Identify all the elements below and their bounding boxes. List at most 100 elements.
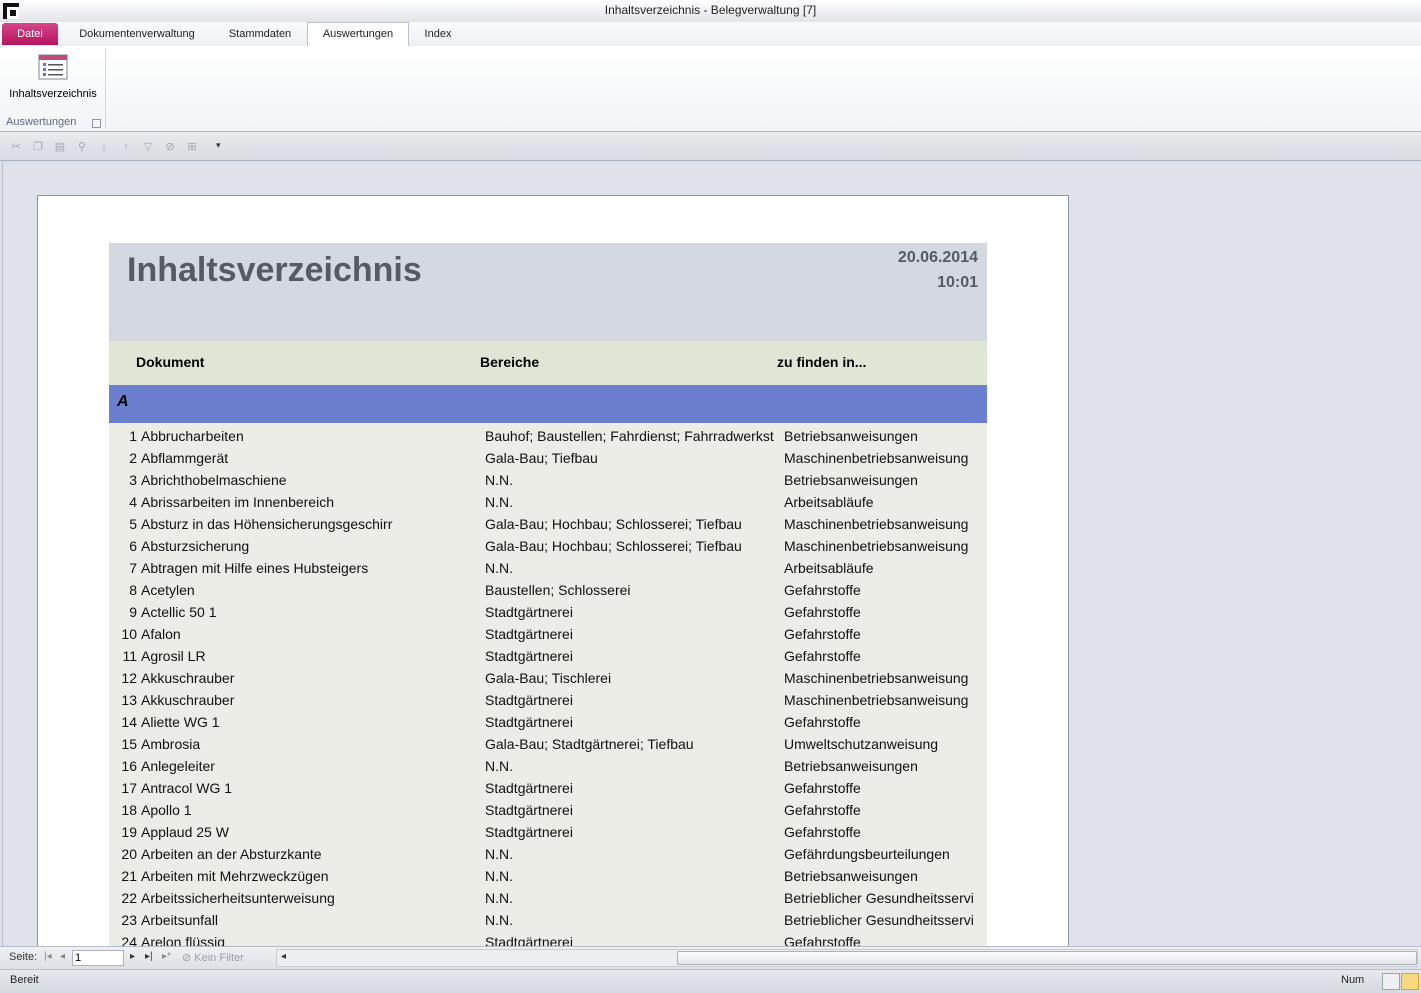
row-number: 2 (129, 450, 137, 466)
table-row: 7 Abtragen mit Hilfe eines Hubsteigers N.N… (109, 557, 987, 579)
row-zu-finden: Maschinenbetriebsanweisung (784, 670, 969, 686)
page-label: Seite: (9, 951, 38, 963)
dialog-launcher-icon[interactable] (92, 119, 101, 128)
table-row: 19 Applaud 25 W Stadtgärtnerei Gefahrstoffe (109, 821, 987, 843)
row-dokument: Apollo 1 (141, 802, 192, 818)
sort-ascending-icon[interactable]: ↓ (93, 137, 115, 157)
filter-icon[interactable]: ▽ (137, 137, 159, 157)
table-row: 4 Abrissarbeiten im Innenbereich N.N. Arbei… (109, 491, 987, 513)
row-zu-finden: Gefahrstoffe (784, 824, 861, 840)
row-zu-finden: Betriebsanweisungen (784, 758, 918, 774)
ribbon-tab-bar: Datei Dokumentenverwaltung Stammdaten Au… (0, 22, 1421, 47)
row-dokument: Actellic 50 1 (141, 604, 217, 620)
row-bereiche: Stadtgärtnerei (485, 934, 573, 946)
tab-index[interactable]: Index (412, 23, 464, 45)
row-dokument: Abrissarbeiten im Innenbereich (141, 494, 334, 510)
tab-dokumentenverwaltung[interactable]: Dokumentenverwaltung (64, 23, 210, 45)
table-row: 23 Arbeitsunfall N.N. Betrieblicher Gesundh… (109, 909, 987, 931)
table-row: 22 Arbeitssicherheitsunterweisung N.N. Betr… (109, 887, 987, 909)
ribbon: Inhaltsverzeichnis Auswertungen (0, 46, 1421, 132)
row-number: 13 (121, 692, 137, 708)
tab-stammdaten[interactable]: Stammdaten (216, 23, 304, 45)
cut-icon[interactable]: ✂ (5, 137, 27, 157)
report-workspace: Inhaltsverzeichnis 20.06.2014 10:01 Doku… (2, 162, 1421, 946)
row-number: 11 (122, 648, 137, 664)
row-bereiche: Stadtgärtnerei (485, 692, 573, 708)
customize-toolbar-icon[interactable]: ▾ (216, 140, 221, 151)
table-row: 11 Agrosil LR Stadtgärtnerei Gefahrstoffe (109, 645, 987, 667)
row-zu-finden: Gefahrstoffe (784, 604, 861, 620)
sort-descending-icon[interactable]: ↑ (115, 137, 137, 157)
find-icon[interactable]: ⚲ (71, 137, 93, 157)
table-row: 8 Acetylen Baustellen; Schlosserei Gefahrst… (109, 579, 987, 601)
row-bereiche: Bauhof; Baustellen; Fahrdienst; Fahrradw… (485, 428, 774, 444)
row-number: 24 (121, 934, 137, 946)
report-date: 20.06.2014 (897, 249, 978, 266)
row-zu-finden: Gefahrstoffe (784, 802, 861, 818)
row-number: 1 (129, 428, 137, 444)
row-zu-finden: Maschinenbetriebsanweisung (784, 692, 969, 708)
table-row: 14 Aliette WG 1 Stadtgärtnerei Gefahrstoffe (109, 711, 987, 733)
table-row: 24 Arelon flüssig Stadtgärtnerei Gefahrstof… (109, 931, 987, 946)
row-dokument: Arbeitsunfall (141, 912, 219, 928)
inhaltsverzeichnis-button[interactable]: Inhaltsverzeichnis (2, 48, 102, 110)
no-filter-button[interactable]: ⊘ Kein Filter (182, 951, 244, 964)
new-record-icon[interactable]: ▸* (162, 951, 171, 962)
row-number: 21 (121, 868, 137, 884)
horizontal-scrollbar[interactable]: ◂ (276, 949, 1418, 967)
row-number: 15 (121, 736, 137, 752)
ribbon-separator (105, 48, 106, 128)
report-title: Inhaltsverzeichnis (127, 251, 422, 289)
row-number: 9 (129, 604, 137, 620)
table-row: 10 Afalon Stadtgärtnerei Gefahrstoffe (109, 623, 987, 645)
row-number: 16 (121, 758, 137, 774)
first-page-icon[interactable]: |◂ (44, 951, 52, 962)
paste-icon[interactable]: ▤ (49, 137, 71, 157)
row-bereiche: Stadtgärtnerei (485, 714, 573, 730)
scrollbar-thumb[interactable] (677, 951, 1417, 965)
row-number: 12 (121, 670, 137, 686)
clear-filter-icon[interactable]: ⊘ (159, 137, 181, 157)
row-number: 6 (129, 538, 137, 554)
table-row: 13 Akkuschrauber Stadtgärtnerei Maschinenbe… (109, 689, 987, 711)
row-dokument: Abbrucharbeiten (141, 428, 244, 444)
page-number-input[interactable]: 1 (72, 950, 124, 966)
filter-off-icon: ⊘ (182, 952, 192, 964)
row-bereiche: Gala-Bau; Hochbau; Schlosserei; Tiefbau (485, 516, 742, 532)
next-page-icon[interactable]: ▸ (130, 951, 135, 962)
row-number: 4 (129, 494, 137, 510)
row-dokument: Acetylen (141, 582, 195, 598)
row-dokument: Ambrosia (141, 736, 201, 752)
column-header-zu-finden: zu finden in... (777, 354, 867, 370)
report-body: 1 Abbrucharbeiten Bauhof; Baustellen; Fahr… (109, 423, 987, 946)
row-bereiche: Stadtgärtnerei (485, 824, 573, 840)
status-text: Bereit (10, 974, 39, 986)
table-row: 1 Abbrucharbeiten Bauhof; Baustellen; Fahr… (109, 425, 987, 447)
row-zu-finden: Betriebsanweisungen (784, 472, 918, 488)
row-zu-finden: Betrieblicher Gesundheitsservi (784, 912, 974, 928)
row-bereiche: N.N. (485, 758, 513, 774)
scroll-left-icon[interactable]: ◂ (281, 951, 286, 962)
row-dokument: Abflammgerät (141, 450, 229, 466)
print-preview-icon[interactable] (1401, 973, 1419, 990)
row-dokument: Anlegeleiter (141, 758, 215, 774)
column-header-bereiche: Bereiche (480, 354, 540, 370)
row-zu-finden: Maschinenbetriebsanweisung (784, 516, 969, 532)
table-row: 12 Akkuschrauber Gala-Bau; Tischlerei Masch… (109, 667, 987, 689)
tab-datei[interactable]: Datei (2, 23, 58, 45)
layout-icon[interactable]: ⊞ (181, 137, 203, 157)
table-row: 16 Anlegeleiter N.N. Betriebsanweisungen (109, 755, 987, 777)
tab-auswertungen[interactable]: Auswertungen (307, 22, 409, 47)
copy-icon[interactable]: ❐ (27, 137, 49, 157)
row-dokument: Absturz in das Höhensicherungsgeschirr (141, 516, 393, 532)
row-dokument: Applaud 25 W (141, 824, 229, 840)
table-row: 21 Arbeiten mit Mehrzweckzügen N.N. Betrieb… (109, 865, 987, 887)
num-lock-indicator: Num (1341, 974, 1365, 986)
last-page-icon[interactable]: ▸| (145, 951, 153, 962)
row-zu-finden: Gefahrstoffe (784, 714, 861, 730)
table-row: 3 Abrichthobelmaschiene N.N. Betriebsanweis… (109, 469, 987, 491)
row-number: 19 (121, 824, 137, 840)
report-view-icon[interactable] (1382, 973, 1400, 990)
row-dokument: Abtragen mit Hilfe eines Hubsteigers (141, 560, 369, 576)
previous-page-icon[interactable]: ◂ (60, 951, 65, 962)
